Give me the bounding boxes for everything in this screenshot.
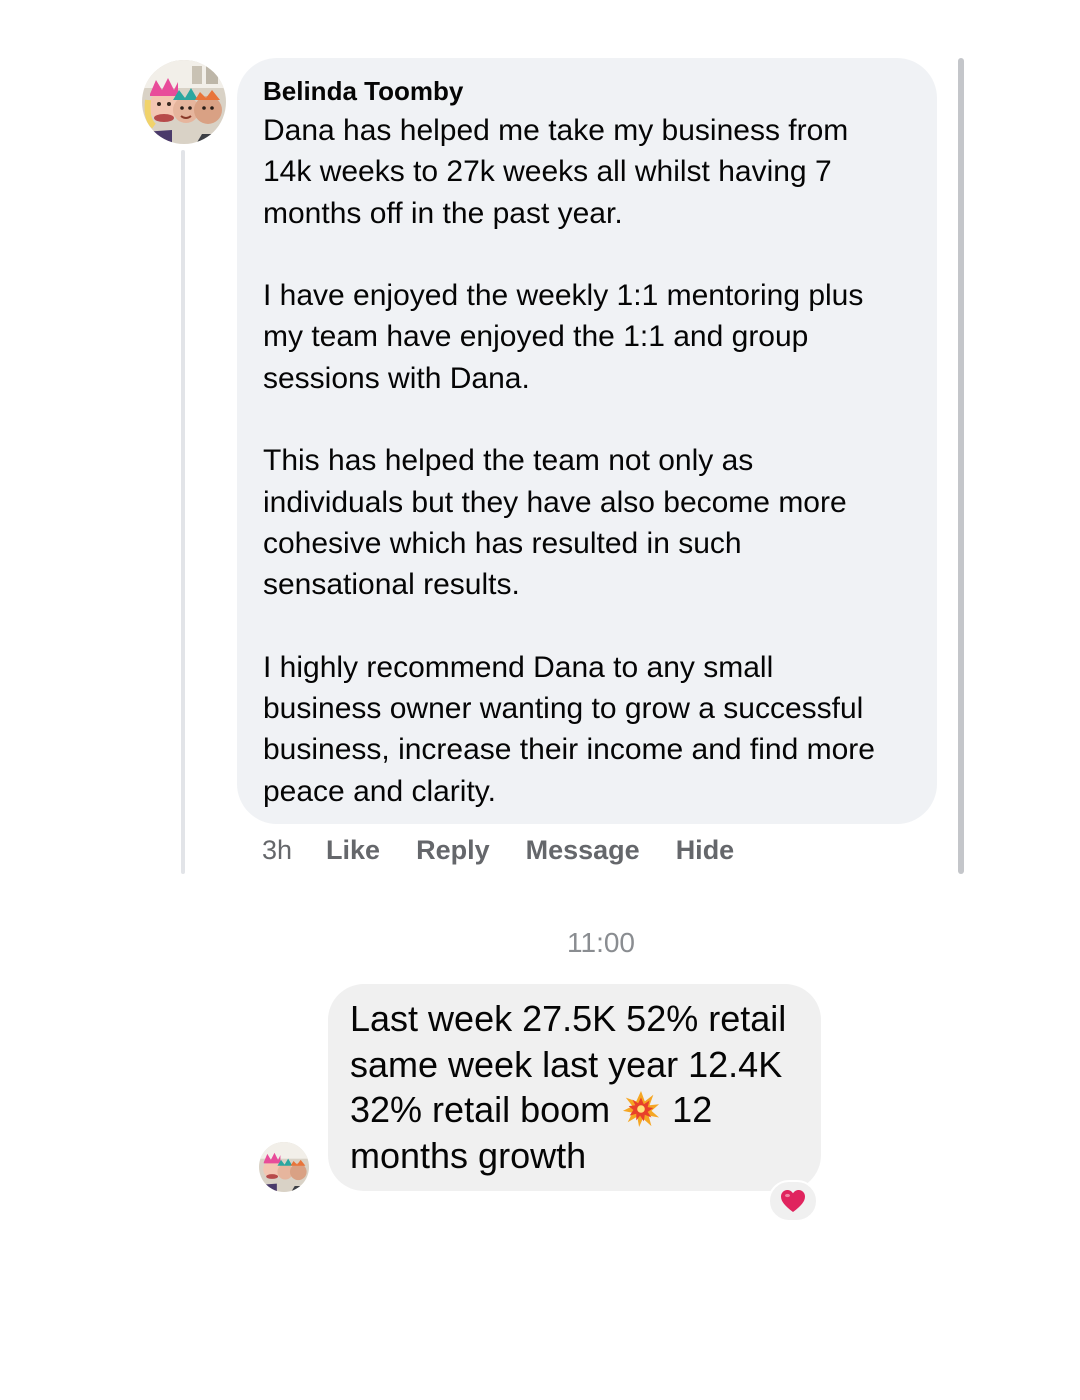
comment-line: 14k weeks to 27k weeks all whilst having…: [263, 155, 832, 189]
comment-bubble: Belinda Toomby Dana has helped me take m…: [237, 58, 937, 824]
message-bubble[interactable]: Last week 27.5K 52% retail same week las…: [328, 984, 821, 1191]
message-text: 32% retail boom: [350, 1089, 611, 1130]
message-line: months growth: [350, 1134, 587, 1176]
comment-line: I have enjoyed the weekly 1:1 mentoring …: [263, 279, 864, 313]
like-button[interactable]: Like: [326, 834, 380, 866]
comment-line: Dana has helped me take my business from: [263, 114, 849, 147]
comment-line: cohesive which has resulted in such: [263, 526, 742, 560]
message-line: 32% retail boom 12: [350, 1087, 801, 1133]
sender-avatar[interactable]: [259, 1142, 309, 1192]
red-heart-icon: [781, 1190, 805, 1212]
message-button[interactable]: Message: [526, 834, 640, 866]
comment-thread-line: [181, 150, 185, 874]
comment-line: individuals but they have also become mo…: [263, 485, 847, 519]
heart-reaction[interactable]: [768, 1180, 818, 1222]
commenter-avatar[interactable]: [142, 60, 226, 144]
message-text: 12: [672, 1089, 713, 1130]
comment-action-bar: 3h Like Reply Message Hide: [262, 834, 770, 866]
screenshot: Belinda Toomby Dana has helped me take m…: [0, 0, 1080, 1400]
comment-paragraph: I have enjoyed the weekly 1:1 mentoring …: [263, 275, 913, 399]
message-timestamp: 11:00: [567, 927, 635, 958]
scrollbar[interactable]: [958, 58, 964, 874]
comment-paragraph: This has helped the team not only as ind…: [263, 440, 913, 605]
comment-line: peace and clarity.: [263, 774, 496, 808]
comment-line: business owner wanting to grow a success…: [263, 692, 864, 726]
comment-paragraph: Dana has helped me take my business from…: [263, 110, 913, 234]
group-selfie-avatar-image: [142, 60, 226, 144]
comment-line: business, increase their income and find…: [263, 733, 875, 767]
message-line: same week last year 12.4K: [350, 1043, 783, 1085]
collision-icon: [622, 1090, 660, 1128]
comment-timestamp[interactable]: 3h: [262, 834, 292, 866]
comment-line: This has helped the team not only as: [263, 444, 754, 478]
reply-button[interactable]: Reply: [416, 834, 490, 866]
comment-line: my team have enjoyed the 1:1 and group: [263, 320, 809, 354]
comment-line: I highly recommend Dana to any small: [263, 650, 774, 684]
comment-line: months off in the past year.: [263, 196, 623, 230]
hide-button[interactable]: Hide: [676, 834, 735, 866]
group-selfie-avatar-image: [259, 1142, 309, 1192]
comment-author-name[interactable]: Belinda Toomby: [263, 76, 913, 106]
comment-line: sensational results.: [263, 568, 520, 602]
comment-paragraph: I highly recommend Dana to any small bus…: [263, 647, 913, 812]
comment-line: sessions with Dana.: [263, 361, 530, 395]
message-line: Last week 27.5K 52% retail: [350, 998, 787, 1039]
